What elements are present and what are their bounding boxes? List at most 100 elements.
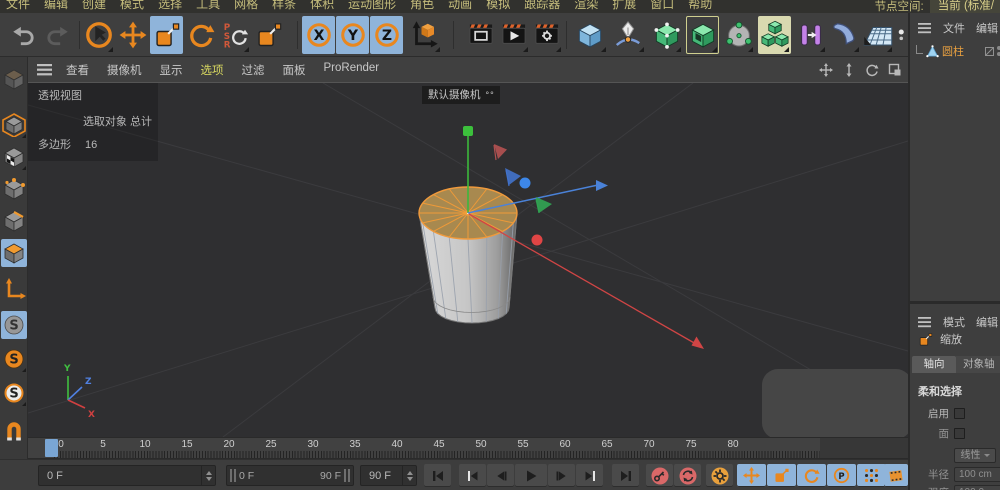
environment-button[interactable] — [896, 16, 908, 54]
viewport-menu-item-5[interactable]: 面板 — [283, 62, 306, 78]
falloff-dropdown[interactable]: 线性 — [954, 448, 996, 463]
gizmo-y-handle[interactable] — [463, 126, 473, 136]
menu-item-10[interactable]: 角色 — [410, 0, 434, 12]
panel-splitter[interactable] — [910, 301, 1000, 304]
render-settings-button[interactable] — [530, 16, 563, 54]
range-right-grip[interactable] — [344, 469, 350, 482]
coordinates-button[interactable] — [252, 16, 285, 54]
record-rotation-toggle[interactable] — [797, 464, 826, 487]
snap-button[interactable] — [1, 417, 27, 445]
viewport-menu-item-2[interactable]: 显示 — [160, 62, 183, 78]
menu-item-2[interactable]: 创建 — [82, 0, 106, 12]
om-menu-edit[interactable]: 编辑 — [976, 20, 998, 36]
prev-key-button[interactable] — [459, 464, 486, 487]
om-menu-file[interactable]: 文件 — [943, 20, 965, 36]
enable-checkbox[interactable] — [954, 408, 965, 419]
gizmo-plane-handle-z[interactable] — [505, 168, 521, 185]
polygon-mode-button[interactable] — [1, 239, 27, 267]
record-point-level-toggle[interactable] — [857, 464, 886, 487]
menu-item-0[interactable]: 文件 — [6, 0, 30, 12]
rotate-tool-button[interactable] — [184, 16, 217, 54]
am-menu-mode[interactable]: 模式 — [943, 314, 965, 330]
viewport-canvas[interactable]: Y Z X 透视视图 选取对象 总计 多边形16 默认摄像机°° — [28, 83, 908, 437]
boole-button[interactable] — [686, 16, 719, 54]
menu-item-5[interactable]: 工具 — [196, 0, 220, 12]
axis-mode-button[interactable] — [1, 275, 27, 303]
move-tool-button[interactable] — [116, 16, 149, 54]
gizmo-z-handle[interactable] — [520, 178, 531, 189]
menu-item-13[interactable]: 跟踪器 — [524, 0, 560, 12]
coordinate-system-button[interactable] — [406, 16, 442, 54]
autokey-button[interactable] — [674, 464, 701, 487]
viewport-maximize-button[interactable] — [886, 61, 904, 79]
timeline-mode-button[interactable] — [884, 464, 908, 487]
menu-item-7[interactable]: 样条 — [272, 0, 296, 12]
menu-item-4[interactable]: 选择 — [158, 0, 182, 12]
model-mode-button[interactable] — [1, 111, 27, 139]
frame-range-slider[interactable]: 0 F 90 F — [226, 465, 354, 486]
goto-end-button[interactable] — [612, 464, 639, 487]
object-manager-menu-icon[interactable] — [918, 23, 932, 34]
gizmo-x-handle[interactable] — [532, 235, 543, 246]
menu-item-12[interactable]: 模拟 — [486, 0, 510, 12]
radius-input[interactable]: 100 cm — [954, 467, 1000, 482]
menu-item-16[interactable]: 窗口 — [650, 0, 674, 12]
attribute-manager-menu-icon[interactable] — [918, 317, 932, 328]
strength-input[interactable]: 100.0 — [954, 485, 1000, 490]
scale-tool-button[interactable] — [150, 16, 183, 54]
lock-y-button[interactable]: Y — [336, 16, 369, 54]
goto-start-button[interactable] — [424, 464, 451, 487]
next-frame-button[interactable] — [548, 464, 575, 487]
menu-item-1[interactable]: 编辑 — [44, 0, 68, 12]
next-key-button[interactable] — [576, 464, 603, 487]
viewport-rotate-button[interactable] — [863, 61, 881, 79]
layer-toggle-icon[interactable] — [985, 47, 994, 56]
prev-frame-button[interactable] — [487, 464, 514, 487]
frame-stepper[interactable] — [201, 466, 215, 485]
viewport-menu-item-4[interactable]: 过滤 — [242, 62, 265, 78]
subdivision-surface-button[interactable] — [650, 16, 683, 54]
metaball-button[interactable] — [722, 16, 755, 54]
menu-item-3[interactable]: 模式 — [120, 0, 144, 12]
solo-single-button[interactable]: S — [1, 345, 27, 373]
lock-x-button[interactable]: X — [302, 16, 335, 54]
camera-label[interactable]: 默认摄像机°° — [422, 86, 500, 104]
viewport-pan-button[interactable] — [817, 61, 835, 79]
spline-pen-button[interactable] — [610, 16, 646, 54]
tab-axis[interactable]: 轴向 — [912, 356, 956, 373]
bend-button[interactable] — [828, 16, 861, 54]
viewport-zoom-button[interactable] — [840, 61, 858, 79]
floor-button[interactable] — [862, 16, 894, 54]
timeline-playhead[interactable] — [45, 439, 58, 457]
viewport-hamburger-icon[interactable] — [36, 63, 54, 77]
texture-mode-button[interactable] — [1, 143, 27, 171]
surface-checkbox[interactable] — [954, 428, 965, 439]
record-position-toggle[interactable] — [737, 464, 766, 487]
range-left-grip[interactable] — [230, 469, 236, 482]
cloner-button[interactable] — [758, 16, 791, 54]
timeline-ruler[interactable]: 05101520253035404550556065707580 — [28, 437, 908, 459]
viewport-menu-item-0[interactable]: 查看 — [66, 62, 89, 78]
object-name[interactable]: 圆柱 — [942, 43, 982, 59]
viewport-menu-item-1[interactable]: 摄像机 — [107, 62, 142, 78]
menu-item-9[interactable]: 运动图形 — [348, 0, 396, 12]
redo-button[interactable] — [41, 16, 74, 54]
record-keyframe-button[interactable] — [646, 464, 673, 487]
solo-off-button[interactable]: S — [1, 311, 27, 339]
end-frame-spinner[interactable]: 90 F — [360, 465, 417, 486]
end-frame-stepper[interactable] — [402, 466, 416, 485]
edge-mode-button[interactable] — [1, 207, 27, 235]
symmetry-button[interactable] — [794, 16, 827, 54]
menu-item-8[interactable]: 体积 — [310, 0, 334, 12]
point-mode-button[interactable] — [1, 175, 27, 203]
menu-item-11[interactable]: 动画 — [448, 0, 472, 12]
viewport-menu-item-3[interactable]: 选项 — [201, 62, 224, 78]
live-selection-button[interactable] — [82, 16, 115, 54]
am-menu-edit[interactable]: 编辑 — [976, 314, 998, 330]
render-view-button[interactable] — [464, 16, 497, 54]
primitive-cube-button[interactable] — [572, 16, 608, 54]
object-row-cylinder[interactable]: 圆柱 — [916, 42, 1000, 60]
record-scale-toggle[interactable] — [767, 464, 796, 487]
menu-item-17[interactable]: 帮助 — [688, 0, 712, 12]
undo-button[interactable] — [6, 16, 39, 54]
